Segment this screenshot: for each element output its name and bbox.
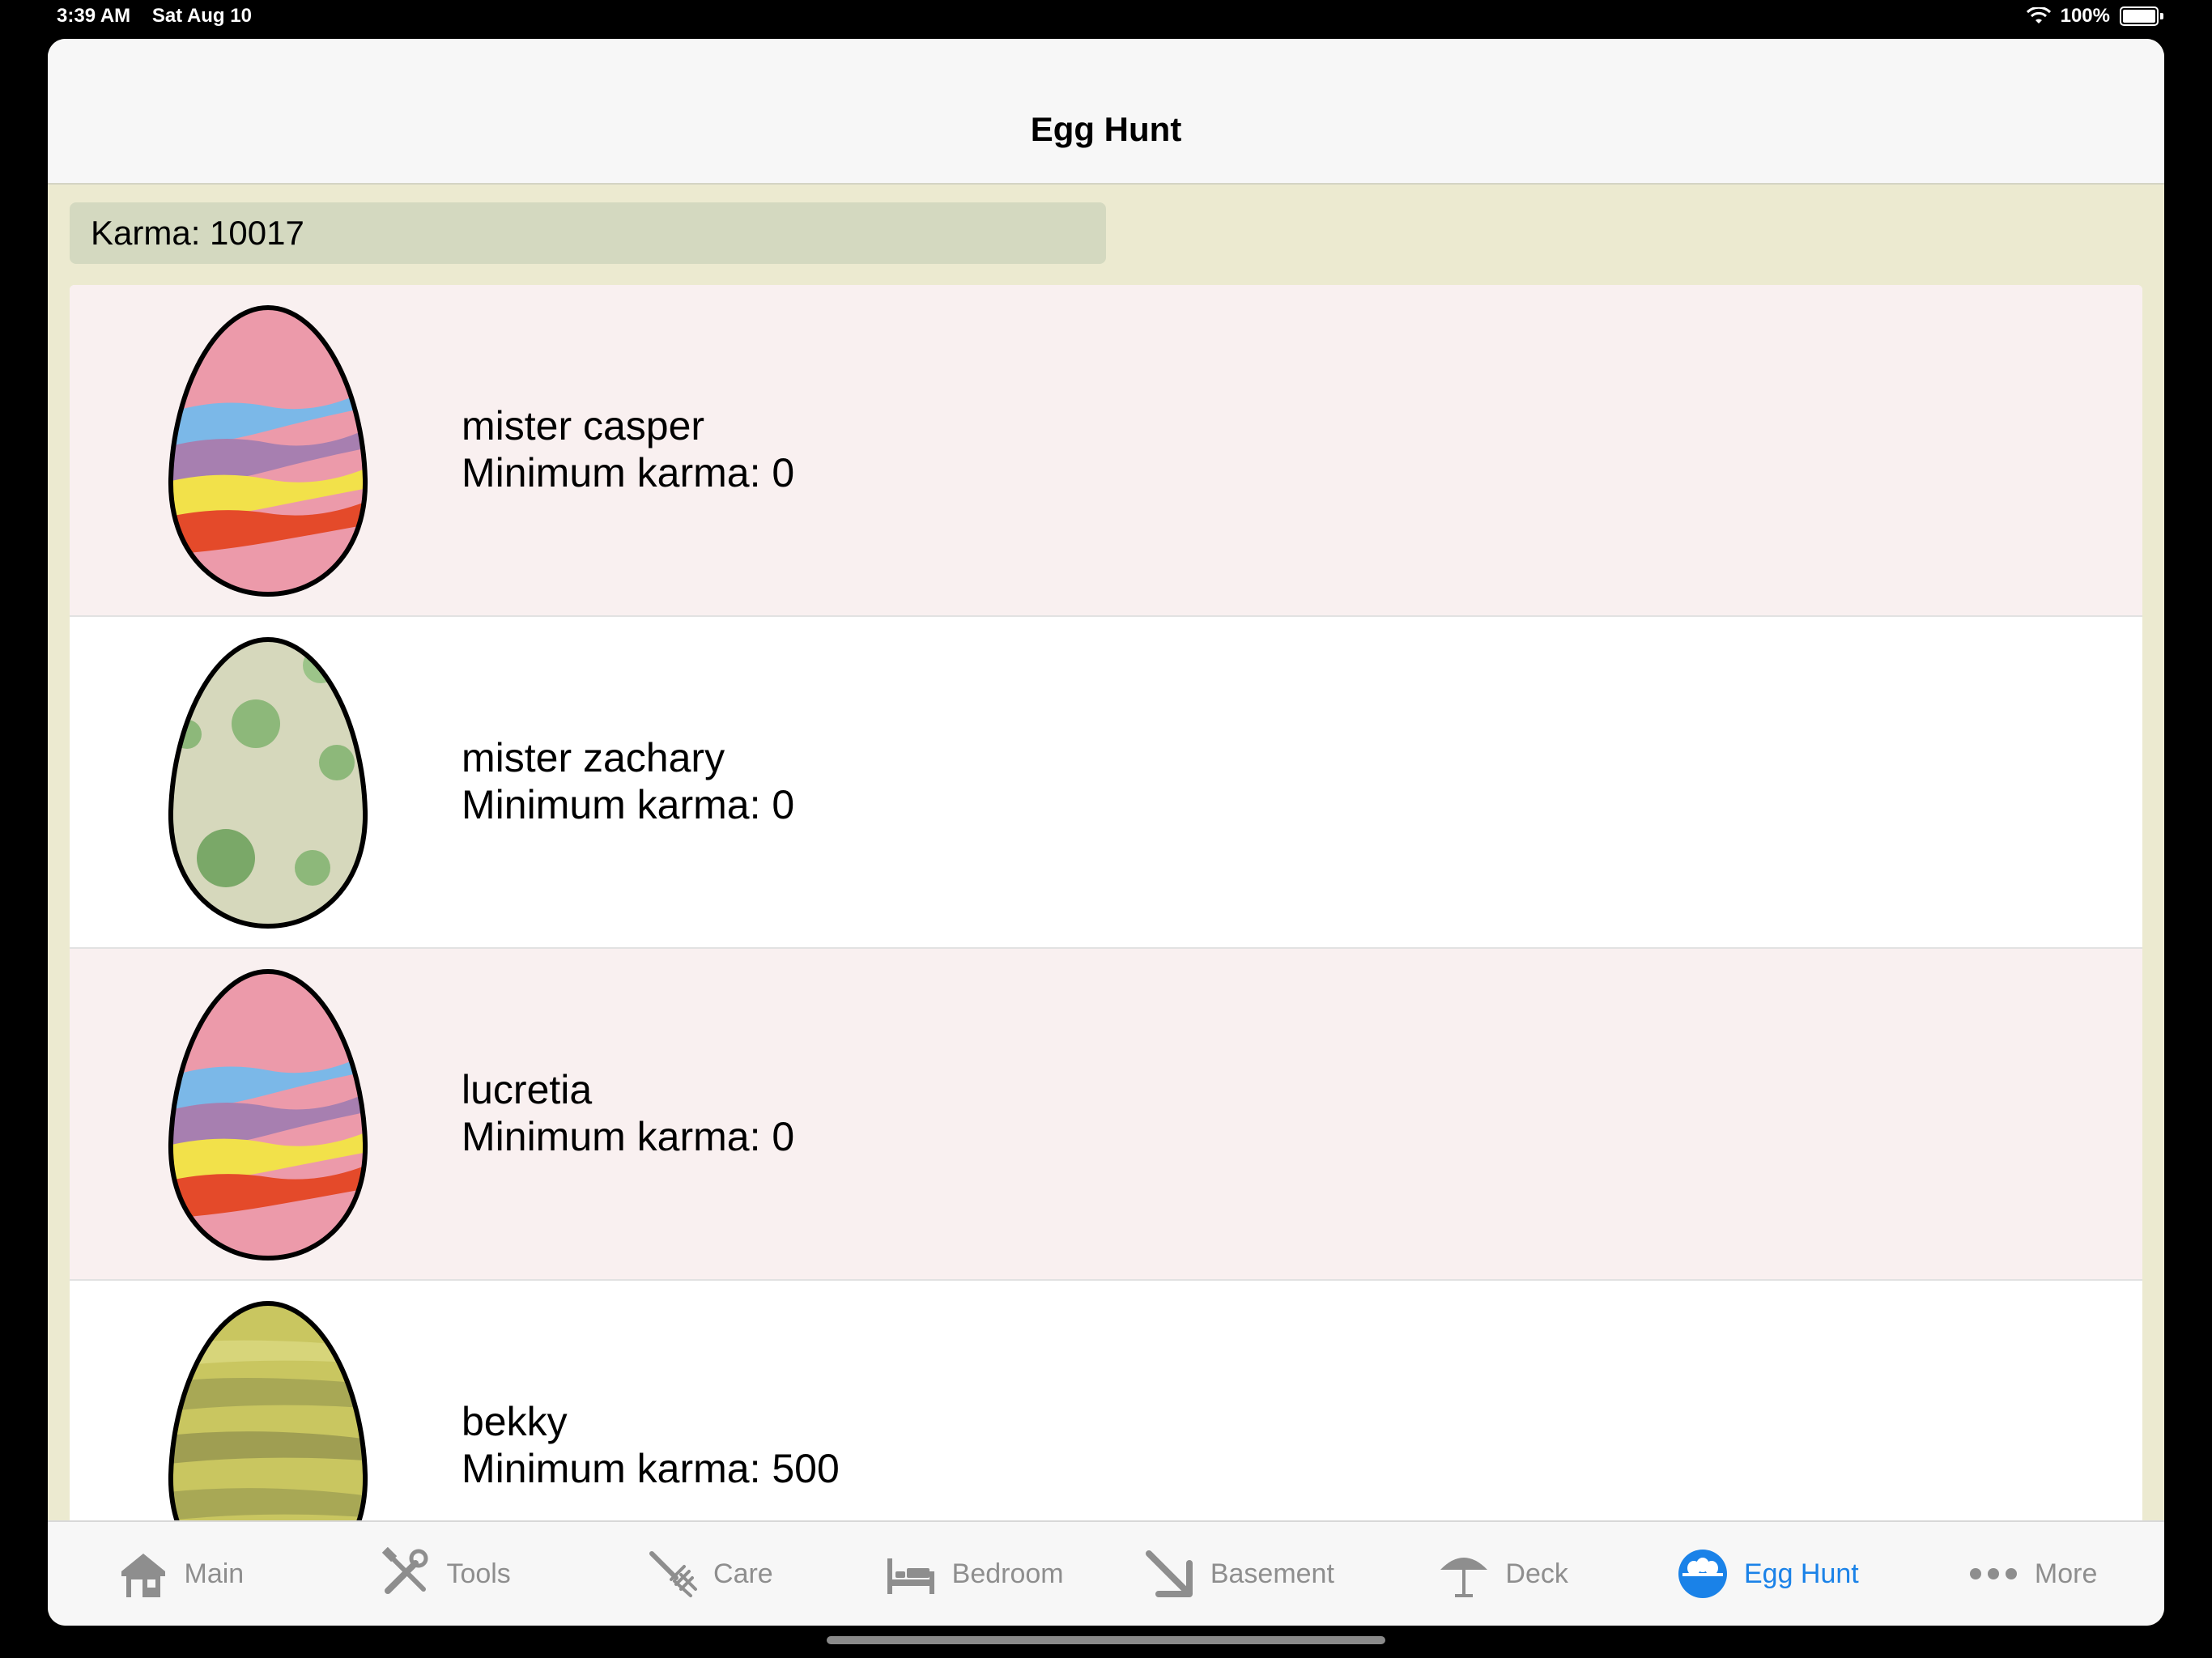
striped-pink-egg-icon [168,968,368,1261]
tab-bar: Main Tools Care Bedroom Basement Deck Eg… [48,1520,2164,1626]
egg-min-karma: Minimum karma: 0 [462,1114,795,1159]
egg-name: bekky [462,1399,568,1444]
karma-display: Karma: 10017 [70,202,1106,264]
egg-name: mister casper [462,403,705,449]
arrow-down-right-icon [1145,1550,1193,1597]
wifi-icon [2026,7,2051,23]
page-title: Egg Hunt [1030,110,1182,148]
tab-label: Basement [1210,1558,1334,1589]
house-icon [121,1554,165,1597]
egg-name: mister zachary [462,735,725,780]
tab-label: Tools [446,1558,511,1589]
spotted-green-egg-icon [168,636,368,929]
status-time: 3:39 AM [57,5,131,27]
tab-tools[interactable]: Tools [313,1547,577,1601]
battery-percent: 100% [2060,5,2110,27]
striped-pink-egg-icon [168,304,368,597]
tab-label: Bedroom [951,1558,1064,1589]
tab-egg-hunt[interactable]: Egg Hunt [1636,1547,1900,1601]
tab-deck[interactable]: Deck [1371,1547,1636,1601]
tab-label: Main [184,1558,245,1589]
egg-row-mister-casper[interactable]: mister casper Minimum karma: 0 [70,285,2142,617]
egg-min-karma: Minimum karma: 0 [462,782,795,827]
bed-icon [887,1558,934,1594]
egg-name: lucretia [462,1067,593,1112]
status-bar: 3:39 AM Sat Aug 10 100% [0,0,2212,36]
battery-tip [2160,13,2163,19]
tab-basement[interactable]: Basement [1106,1547,1371,1601]
umbrella-icon [1440,1558,1488,1597]
tab-label: Deck [1505,1558,1568,1589]
egg-list[interactable]: mister casper Minimum karma: 0 mister za… [70,285,2142,1561]
tab-bedroom[interactable]: Bedroom [841,1547,1106,1601]
app-window: Egg Hunt Karma: 10017 mister casper Mini… [48,39,2164,1626]
tab-care[interactable]: Care [577,1547,842,1601]
battery-icon [2120,6,2159,26]
navigation-bar: Egg Hunt [48,39,2164,185]
egg-row-bekky[interactable]: bekky Minimum karma: 500 [70,1281,2142,1561]
tab-label: More [2034,1558,2098,1589]
home-indicator[interactable] [827,1636,1385,1644]
tab-main[interactable]: Main [48,1547,313,1601]
tab-label: Care [713,1558,773,1589]
egg-min-karma: Minimum karma: 500 [462,1446,840,1491]
tab-more[interactable]: More [1899,1547,2164,1601]
pitchfork-icon [649,1551,698,1597]
tools-icon [382,1547,428,1594]
tab-label: Egg Hunt [1743,1558,1859,1589]
egg-row-mister-zachary[interactable]: mister zachary Minimum karma: 0 [70,617,2142,949]
egg-row-lucretia[interactable]: lucretia Minimum karma: 0 [70,949,2142,1281]
egg-min-karma: Minimum karma: 0 [462,450,795,495]
ellipsis-icon [1969,1568,2017,1579]
status-date: Sat Aug 10 [151,5,252,27]
egg-basket-icon [1678,1550,1727,1598]
